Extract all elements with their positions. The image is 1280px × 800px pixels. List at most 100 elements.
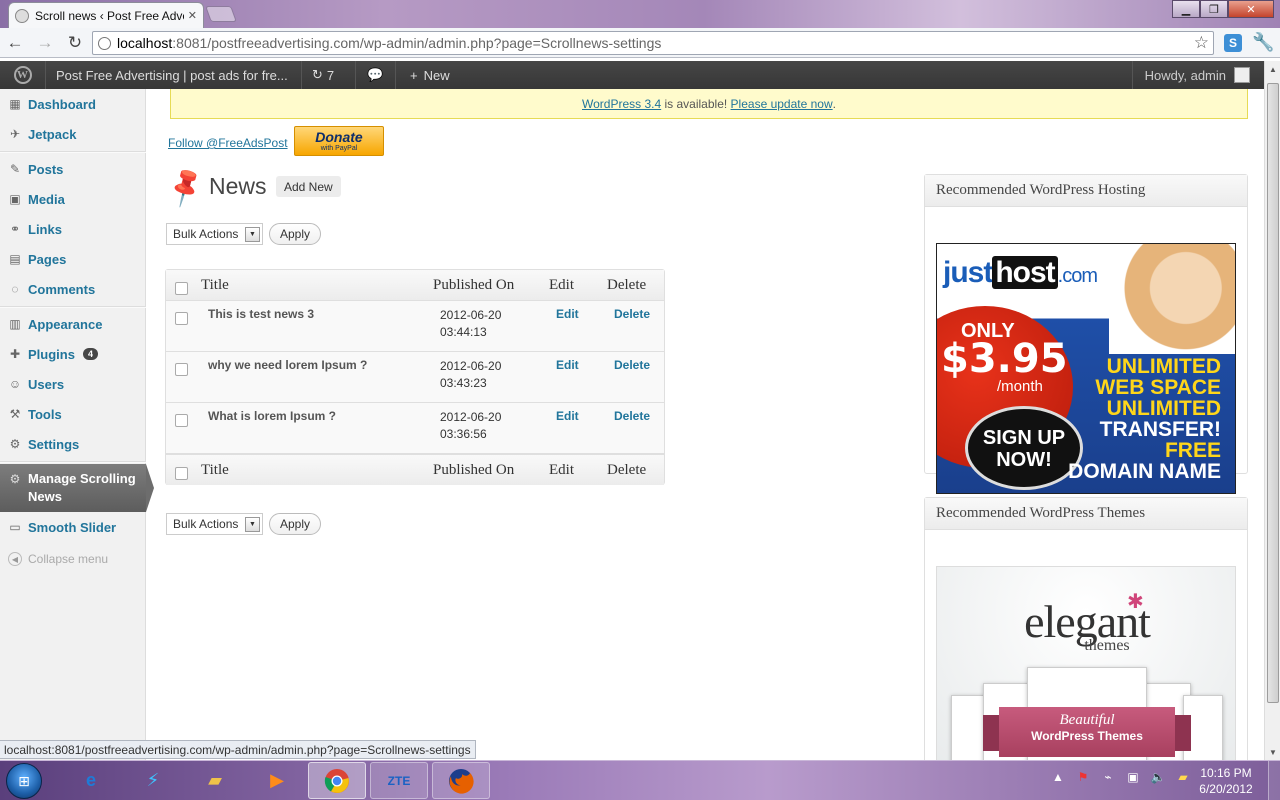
flag-icon[interactable]: ⚑	[1075, 769, 1091, 785]
sidebar-item-posts[interactable]: ✎ Posts	[0, 154, 146, 184]
donate-label: Donate	[315, 129, 363, 145]
news-title: This is test news 3	[208, 307, 315, 321]
add-new-button[interactable]: Add New	[276, 176, 341, 197]
notes-icon[interactable]: ▰	[1175, 769, 1191, 785]
wp-logo-menu[interactable]: W	[0, 61, 46, 89]
tab-close-icon[interactable]: ✕	[188, 9, 197, 22]
media-player-icon[interactable]: ▶	[248, 762, 306, 799]
ad-model-image	[1109, 244, 1235, 354]
browser-tab[interactable]: Scroll news ‹ Post Free Adve ✕	[8, 2, 204, 28]
apply-button[interactable]: Apply	[269, 513, 322, 535]
folder-icon[interactable]: ▰	[186, 762, 244, 799]
close-window-icon[interactable]: ✕	[1228, 0, 1274, 18]
elegant-themes-sub: themes	[1084, 637, 1130, 654]
sidebar-item-smooth-slider[interactable]: ▭ Smooth Slider	[0, 512, 146, 542]
themes-widget: Recommended WordPress Themes elegant ✱ t…	[924, 497, 1248, 796]
menu-separator	[0, 151, 146, 153]
new-tab-button[interactable]	[205, 6, 237, 22]
sidebar-item-pages[interactable]: ▤ Pages	[0, 244, 146, 274]
updates-link[interactable]: ↻ 7	[302, 61, 356, 89]
delete-link[interactable]: Delete	[614, 358, 650, 372]
row-checkbox[interactable]	[175, 414, 188, 427]
reload-icon[interactable]: ↻	[60, 29, 90, 57]
bulk-actions-select[interactable]: Bulk Actions ▼	[166, 513, 263, 535]
current-menu-arrow	[146, 464, 154, 512]
firefox-icon[interactable]	[432, 762, 490, 799]
scroll-down-icon[interactable]: ▼	[1265, 744, 1280, 760]
select-all-checkbox-footer[interactable]	[175, 467, 188, 480]
row-checkbox[interactable]	[175, 312, 188, 325]
forward-icon[interactable]: →	[30, 29, 60, 57]
skype-extension-icon[interactable]: S	[1224, 34, 1242, 52]
network-icon[interactable]: ▣	[1125, 769, 1141, 785]
asterisk-icon: ✱	[1127, 591, 1144, 613]
ad-per-month: /month	[997, 378, 1043, 395]
edit-link[interactable]: Edit	[556, 409, 579, 423]
show-hidden-icons[interactable]: ▲	[1050, 769, 1066, 785]
follow-twitter-link[interactable]: Follow @FreeAdsPost	[168, 136, 288, 150]
updates-count: 7	[326, 67, 335, 83]
bookmark-star-icon[interactable]: ☆	[1194, 33, 1209, 53]
wrench-menu-icon[interactable]: 🔧	[1252, 32, 1274, 53]
donate-paypal-button[interactable]: Donate with PayPal	[294, 126, 384, 156]
date-value: 2012-06-20	[440, 410, 502, 424]
delete-link[interactable]: Delete	[614, 307, 650, 321]
please-update-link[interactable]: Please update now	[731, 97, 833, 111]
start-button[interactable]: ⊞	[6, 763, 42, 799]
zte-icon[interactable]: ZTE	[370, 762, 428, 799]
edit-link[interactable]: Edit	[556, 307, 579, 321]
widget-title: Recommended WordPress Themes	[925, 498, 1247, 530]
comments-link[interactable]: 💬	[356, 61, 396, 89]
sidebar-item-users[interactable]: ☺ Users	[0, 369, 146, 399]
account-menu[interactable]: Howdy, admin	[1131, 61, 1264, 89]
sidebar-item-comments[interactable]: ◌ Comments	[0, 274, 146, 304]
edit-link[interactable]: Edit	[556, 358, 579, 372]
site-name-link[interactable]: Post Free Advertising | post ads for fre…	[46, 61, 302, 89]
settings-icon: ⚙	[9, 437, 21, 451]
wordpress-version-link[interactable]: WordPress 3.4	[582, 97, 661, 111]
ad-sign-up-badge: SIGN UP NOW!	[965, 406, 1083, 490]
published-date: 2012-06-20 03:36:56	[440, 409, 520, 443]
table-header: Title Published On Edit Delete	[166, 270, 664, 301]
bulk-actions-select[interactable]: Bulk Actions ▼	[166, 223, 263, 245]
apply-button[interactable]: Apply	[269, 223, 322, 245]
sidebar-item-jetpack[interactable]: ✈ Jetpack	[0, 119, 146, 149]
new-content-menu[interactable]: + New	[396, 61, 464, 89]
row-checkbox[interactable]	[175, 363, 188, 376]
scroll-up-icon[interactable]: ▲	[1265, 61, 1280, 77]
select-all-checkbox[interactable]	[175, 282, 188, 295]
sidebar-item-plugins[interactable]: ✚ Plugins 4	[0, 339, 146, 369]
volume-icon[interactable]: 🔈	[1150, 769, 1166, 785]
sidebar-item-links[interactable]: ⚭ Links	[0, 214, 146, 244]
published-date: 2012-06-20 03:44:13	[440, 307, 520, 341]
minimize-icon[interactable]: ▁	[1172, 0, 1200, 18]
appearance-icon: ▥	[9, 317, 21, 331]
scroll-thumb[interactable]	[1267, 83, 1279, 703]
justhost-logo: just host .com	[943, 256, 1098, 289]
page-info-icon[interactable]	[98, 37, 111, 50]
taskbar-clock[interactable]: 10:16 PM 6/20/2012	[1196, 765, 1256, 797]
maximize-icon[interactable]: ❐	[1200, 0, 1228, 18]
collapse-menu-button[interactable]: ◀ Collapse menu	[0, 544, 146, 574]
delete-link[interactable]: Delete	[614, 409, 650, 423]
sidebar-item-manage-scrolling-news[interactable]: ⚙ Manage Scrolling News	[0, 464, 146, 512]
notice-text: is available!	[661, 96, 731, 111]
page-scrollbar[interactable]: ▲ ▼	[1264, 61, 1280, 760]
justhost-ad-banner[interactable]: just host .com ONLY $3.95 /month SIGN UP NO…	[936, 243, 1236, 494]
sidebar-item-settings[interactable]: ⚙ Settings	[0, 429, 146, 459]
sidebar-item-appearance[interactable]: ▥ Appearance	[0, 309, 146, 339]
chrome-icon[interactable]	[308, 762, 366, 799]
sidebar-item-dashboard[interactable]: ▦ Dashboard	[0, 89, 146, 119]
sidebar-item-media[interactable]: ▣ Media	[0, 184, 146, 214]
internet-explorer-icon[interactable]: e	[62, 762, 120, 799]
address-bar[interactable]: localhost:8081/postfreeadvertising.com/w…	[92, 31, 1214, 55]
sidebar-item-tools[interactable]: ⚒ Tools	[0, 399, 146, 429]
lightning-app-icon[interactable]: ⚡	[124, 762, 182, 799]
usb-icon[interactable]: ⌁	[1100, 769, 1116, 785]
back-icon[interactable]: ←	[0, 29, 30, 57]
url-host: localhost	[117, 35, 173, 51]
show-desktop-button[interactable]	[1268, 761, 1280, 800]
sidebar-item-label: Smooth Slider	[28, 519, 117, 535]
sidebar-item-label: Comments	[28, 281, 96, 297]
tools-icon: ⚒	[9, 407, 21, 421]
